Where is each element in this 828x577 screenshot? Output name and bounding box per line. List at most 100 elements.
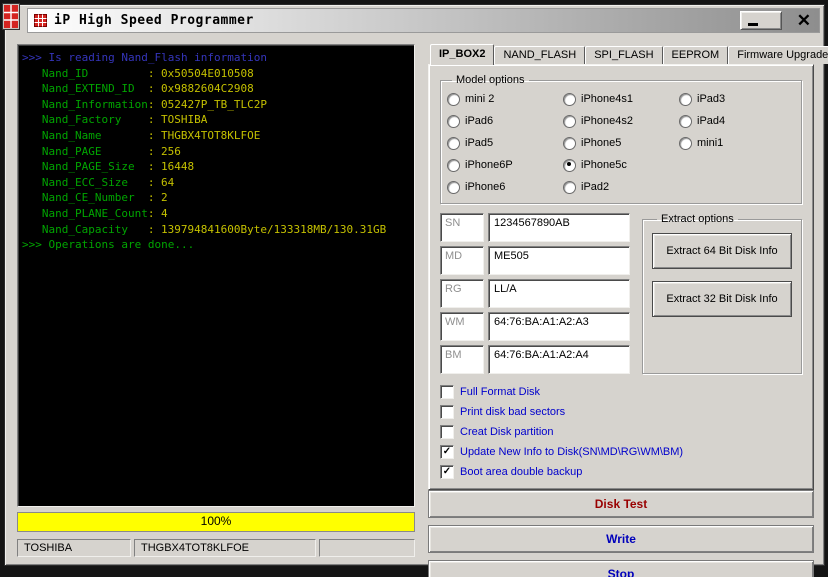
model-options-legend: Model options <box>456 74 525 86</box>
app-icon <box>34 14 47 27</box>
radio-circle-icon <box>563 180 576 194</box>
checkbox-print-disk-bad-sectors[interactable]: Print disk bad sectors <box>440 405 802 419</box>
console-entry-label: Nand_Factory <box>41 113 122 127</box>
radio-circle-icon <box>447 136 460 150</box>
tabs-bar: IP_BOX2 NAND_FLASH SPI_FLASH EEPROM Firmware… <box>428 44 828 65</box>
checkbox-checked-icon: ✓ <box>440 465 454 479</box>
field-label-md: MD <box>440 246 484 275</box>
radio-circle-icon <box>679 136 692 150</box>
radio-iphone4s2[interactable]: iPhone4s2 <box>563 110 679 132</box>
console-entry: Nand_PAGE: 256 <box>22 144 410 160</box>
console-entry-value: : 16448 <box>147 160 195 174</box>
status-cell-1: TOSHIBA <box>17 539 131 557</box>
radio-circle-icon <box>563 158 576 172</box>
checkbox-list: Full Format Disk Print disk bad sectors Cr… <box>440 385 802 479</box>
radio-iphone6[interactable]: iPhone6 <box>447 176 563 198</box>
radio-iphone4s1[interactable]: iPhone4s1 <box>563 88 679 110</box>
close-button[interactable]: ✕ <box>795 12 813 29</box>
field-row-bm: BM 64:76:BA:A1:A2:A4 <box>440 345 630 374</box>
tab-nand-flash[interactable]: NAND_FLASH <box>494 46 586 64</box>
extract-64-bit-disk-info-button[interactable]: Extract 64 Bit Disk Info <box>652 233 792 269</box>
checkbox-creat-disk-partition[interactable]: Creat Disk partition <box>440 425 802 439</box>
checkbox-full-format-disk[interactable]: Full Format Disk <box>440 385 802 399</box>
app-window: iP High Speed Programmer ✕ >>> Is readin… <box>4 4 828 577</box>
console-entry-label: Nand_PAGE_Size <box>41 160 135 174</box>
console-entry-value: : 64 <box>147 175 175 189</box>
radio-label: mini 2 <box>465 93 495 105</box>
progress-label: 100% <box>200 514 232 528</box>
checkbox-label: Creat Disk partition <box>460 426 554 438</box>
console-entry-label: Nand_EXTEND_ID <box>41 82 135 96</box>
console-entry-value: : 0x50504E010508 <box>147 66 254 80</box>
checkbox-unchecked-icon <box>440 405 454 419</box>
window-title: iP High Speed Programmer <box>54 13 254 28</box>
radio-label: iPad3 <box>697 93 726 105</box>
left-pane: >>> Is reading Nand_Flash information Nan… <box>17 44 415 557</box>
extract-buttons: Extract 64 Bit Disk Info Extract 32 Bit D… <box>652 233 792 317</box>
status-bar: TOSHIBA THGBX4TOT8KLFOE <box>17 539 415 557</box>
tab-firmware-upgrade[interactable]: Firmware Upgrade <box>728 46 828 64</box>
radio-ipad3[interactable]: iPad3 <box>679 88 795 110</box>
radio-label: iPhone6 <box>465 181 506 193</box>
radio-ipad6[interactable]: iPad6 <box>447 110 563 132</box>
radio-ipad4[interactable]: iPad4 <box>679 110 795 132</box>
radio-iphone5c[interactable]: iPhone5c <box>563 154 679 176</box>
disk-test-button[interactable]: Disk Test <box>428 490 814 518</box>
field-input-rg[interactable]: LL/A <box>488 279 630 308</box>
radio-label: iPhone5 <box>581 137 622 149</box>
radio-iphone6p[interactable]: iPhone6P <box>447 154 563 176</box>
console-entry: Nand_Factory: TOSHIBA <box>22 112 410 128</box>
console-entry-value: : 139794841600Byte/133318MB/130.31GB <box>147 222 387 236</box>
radio-mini1[interactable]: mini1 <box>679 132 795 154</box>
field-row-md: MD ME505 <box>440 246 630 275</box>
radio-mini-2[interactable]: mini 2 <box>447 88 563 110</box>
console-entry: Nand_Capacity: 139794841600Byte/133318MB… <box>22 222 410 238</box>
minimize-button[interactable] <box>739 11 782 30</box>
write-button[interactable]: Write <box>428 525 814 553</box>
radio-ipad5[interactable]: iPad5 <box>447 132 563 154</box>
field-row-rg: RG LL/A <box>440 279 630 308</box>
checkbox-update-new-info-to-disk-sn-md-rg-wm-bm[interactable]: ✓ Update New Info to Disk(SN\MD\RG\WM\BM) <box>440 445 802 459</box>
extract-options-group: Extract options Extract 64 Bit Disk Info… <box>642 213 802 374</box>
extract-options-legend: Extract options <box>661 213 734 225</box>
tab-eeprom[interactable]: EEPROM <box>662 46 729 64</box>
model-radio-column: iPad3 iPad4 mini1 <box>679 88 795 198</box>
console-entry: Nand_PLANE_Count: 4 <box>22 206 410 222</box>
console-entry-label: Nand_CE_Number <box>41 191 135 205</box>
status-cell-2: THGBX4TOT8KLFOE <box>134 539 316 557</box>
field-row-wm: WM 64:76:BA:A1:A2:A3 <box>440 312 630 341</box>
tab-ip-box2[interactable]: IP_BOX2 <box>430 44 495 65</box>
radio-label: iPad5 <box>465 137 494 149</box>
console-entry-value: : 0x9882604C2908 <box>147 82 254 96</box>
radio-circle-icon <box>447 158 460 172</box>
console-entry: Nand_Name: THGBX4TOT8KLFOE <box>22 128 410 144</box>
progress-bar: 100% <box>17 512 415 532</box>
radio-label: iPhone4s2 <box>581 115 633 127</box>
extract-32-bit-disk-info-button[interactable]: Extract 32 Bit Disk Info <box>652 281 792 317</box>
field-input-bm[interactable]: 64:76:BA:A1:A2:A4 <box>488 345 630 374</box>
console-entry: Nand_Information: 052427P_TB_TLC2P <box>22 97 410 113</box>
checkbox-label: Boot area double backup <box>460 466 583 478</box>
console-entry: Nand_PAGE_Size : 16448 <box>22 159 410 175</box>
field-label-bm: BM <box>440 345 484 374</box>
status-cell-3 <box>319 539 415 557</box>
field-input-sn[interactable]: 1234567890AB <box>488 213 630 242</box>
field-label-rg: RG <box>440 279 484 308</box>
desktop-red-grid-icon <box>2 3 20 30</box>
model-options-group: Model options mini 2 iPad6 iPad5 iPhone6P iP… <box>440 74 802 204</box>
radio-label: iPhone6P <box>465 159 513 171</box>
radio-iphone5[interactable]: iPhone5 <box>563 132 679 154</box>
console-entry-label: Nand_PAGE <box>41 144 102 158</box>
tab-spi-flash[interactable]: SPI_FLASH <box>585 46 663 64</box>
field-input-wm[interactable]: 64:76:BA:A1:A2:A3 <box>488 312 630 341</box>
window-content: >>> Is reading Nand_Flash information Nan… <box>5 33 828 577</box>
model-radio-column: mini 2 iPad6 iPad5 iPhone6P iPhone6 <box>447 88 563 198</box>
stop-button[interactable]: Stop <box>428 560 814 577</box>
field-input-md[interactable]: ME505 <box>488 246 630 275</box>
checkbox-boot-area-double-backup[interactable]: ✓ Boot area double backup <box>440 465 802 479</box>
console-done-line: >>> Operations are done... <box>22 238 195 252</box>
field-label-sn: SN <box>440 213 484 242</box>
console-entry: Nand_CE_Number: 2 <box>22 190 410 206</box>
checkbox-label: Full Format Disk <box>460 386 541 398</box>
radio-ipad2[interactable]: iPad2 <box>563 176 679 198</box>
